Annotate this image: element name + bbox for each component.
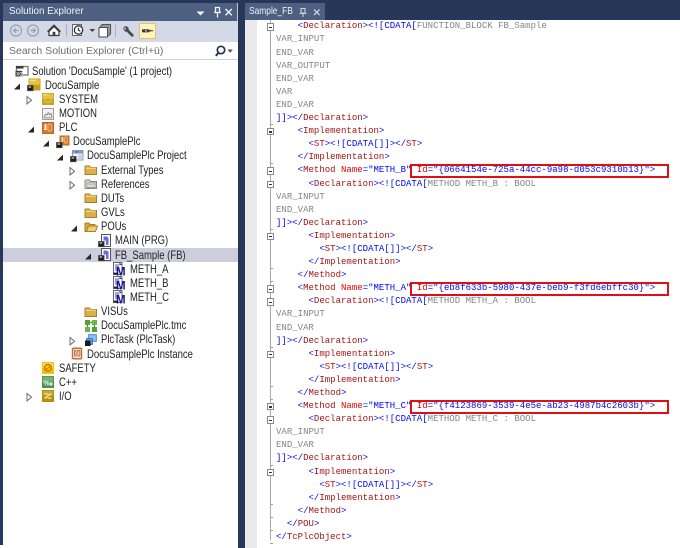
svg-text:M: M bbox=[116, 281, 126, 291]
svg-text:M: M bbox=[116, 295, 126, 305]
svg-text:xg: xg bbox=[16, 72, 22, 78]
svg-text:M: M bbox=[116, 266, 126, 276]
